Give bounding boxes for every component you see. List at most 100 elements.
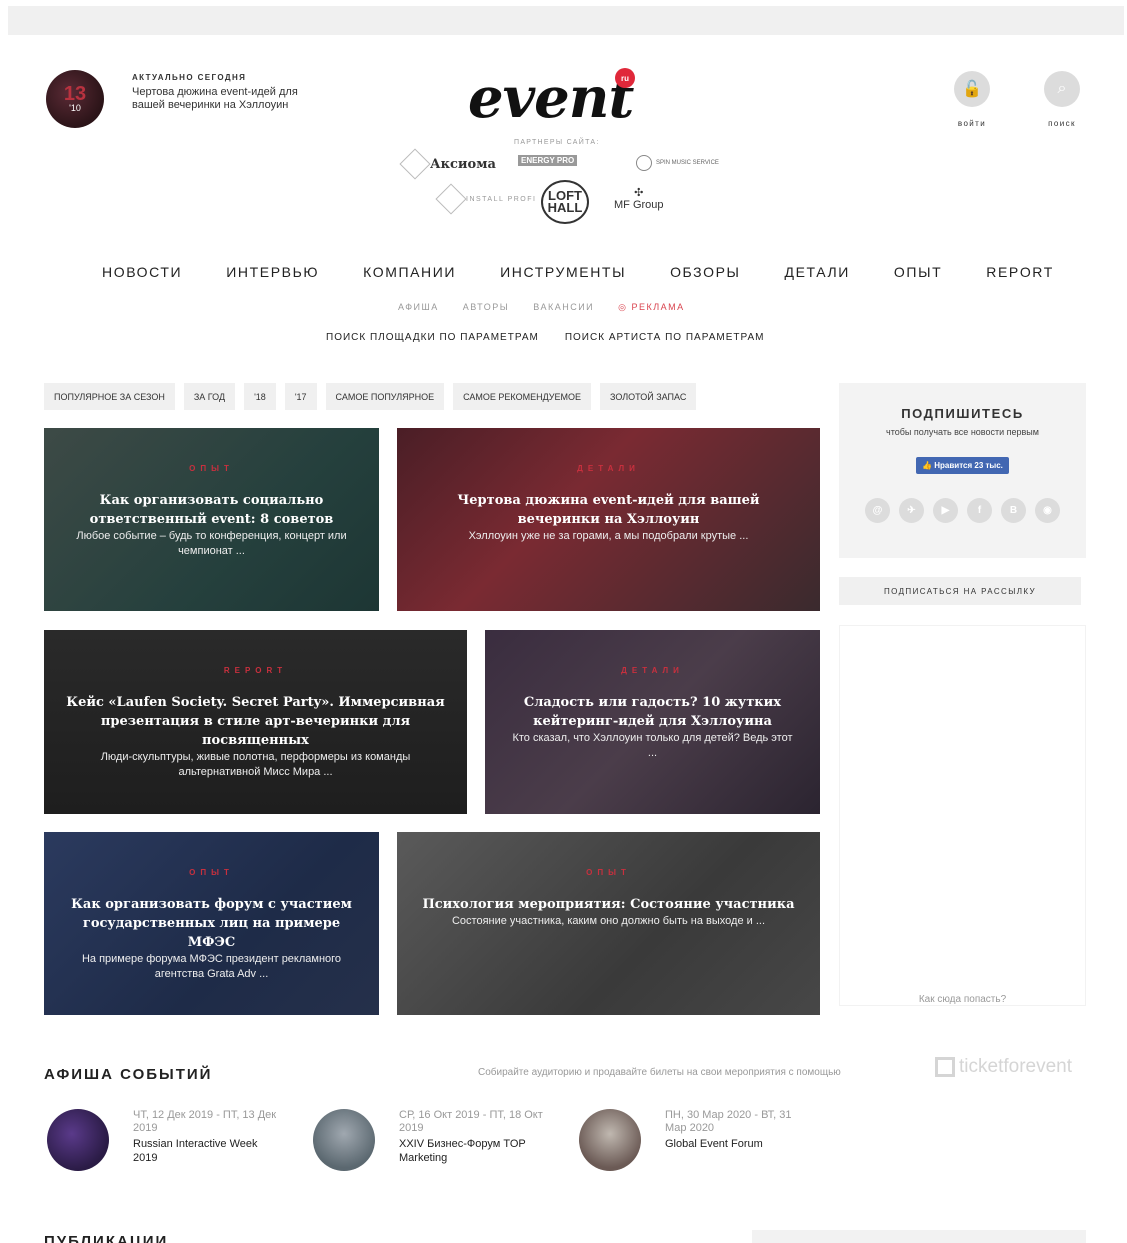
- event-item[interactable]: СР, 16 Окт 2019 - ПТ, 18 Окт 2019 XXIV Б…: [313, 1109, 549, 1171]
- ticket-icon: [935, 1057, 955, 1077]
- email-icon[interactable]: @: [865, 498, 890, 523]
- search-label: поиск: [1048, 119, 1076, 128]
- nav-experience[interactable]: ОПЫТ: [872, 264, 964, 280]
- subnav-vacancies[interactable]: ВАКАНСИИ: [533, 302, 594, 313]
- card-category: ОПЫТ: [189, 868, 234, 877]
- card-title: Психология мероприятия: Состояние участн…: [422, 897, 795, 912]
- event-date: ЧТ, 12 Дек 2019 - ПТ, 13 Дек 2019: [133, 1109, 277, 1134]
- youtube-icon[interactable]: ▶: [933, 498, 958, 523]
- rss-icon[interactable]: ◉: [1035, 498, 1060, 523]
- social-icons: @ ✈ ▶ f В ◉: [839, 498, 1086, 523]
- nav-tools[interactable]: ИНСТРУМЕНТЫ: [478, 264, 648, 280]
- subnav-afisha[interactable]: АФИША: [398, 302, 439, 313]
- card-description: Кто сказал, что Хэллоуин только для дете…: [512, 732, 793, 759]
- card-title: Как организовать социально ответственный…: [89, 493, 334, 527]
- partners-label: ПАРТНЕРЫ САЙТА:: [514, 139, 600, 146]
- nav-interviews[interactable]: ИНТЕРВЬЮ: [204, 264, 341, 280]
- main-nav: НОВОСТИ ИНТЕРВЬЮ КОМПАНИИ ИНСТРУМЕНТЫ ОБ…: [80, 264, 1052, 280]
- card-title: Как организовать форум с участием госуда…: [71, 897, 352, 950]
- card-category: ДЕТАЛИ: [621, 666, 684, 675]
- filter-season[interactable]: ПОПУЛЯРНОЕ ЗА СЕЗОН: [44, 383, 175, 410]
- card-category: ДЕТАЛИ: [577, 464, 640, 473]
- event-item[interactable]: ЧТ, 12 Дек 2019 - ПТ, 13 Дек 2019 Russia…: [47, 1109, 283, 1171]
- article-card[interactable]: ОПЫТ Как организовать форум с участием г…: [44, 832, 379, 1015]
- install-logo-icon: [435, 183, 467, 215]
- partner-axioma[interactable]: Аксиома: [399, 148, 496, 180]
- partner-energy-label: ENERGY PRO: [518, 155, 578, 166]
- search-icon: ⌕: [1044, 71, 1080, 107]
- subscribe-widget: ПОДПИШИТЕСЬ чтобы получать все новости п…: [839, 383, 1086, 558]
- card-description: На примере форума МФЭС президент рекламн…: [81, 953, 342, 980]
- sub-nav: АФИША АВТОРЫ ВАКАНСИИ ◎ РЕКЛАМА: [398, 302, 685, 313]
- event-name[interactable]: Russian Interactive Week 2019: [133, 1137, 283, 1165]
- partner-axioma-label: Аксиома: [430, 156, 496, 172]
- filter-tabs: ПОПУЛЯРНОЕ ЗА СЕЗОН ЗА ГОД '18 '17 САМОЕ…: [44, 383, 697, 410]
- subnav-advertising-label: РЕКЛАМА: [631, 302, 685, 312]
- ticketforevent-logo[interactable]: ticketforevent: [935, 1056, 1072, 1078]
- afisha-promo-text: Собирайте аудиторию и продавайте билеты …: [478, 1067, 841, 1078]
- event-date: ПН, 30 Мар 2020 - ВТ, 31 Мар 2020: [665, 1109, 792, 1134]
- search-nav: ПОИСК ПЛОЩАДКИ ПО ПАРАМЕТРАМ ПОИСК АРТИС…: [326, 332, 765, 343]
- venue-search-link[interactable]: ПОИСК ПЛОЩАДКИ ПО ПАРАМЕТРАМ: [326, 332, 539, 343]
- newsletter-subscribe-button[interactable]: ПОДПИСАТЬСЯ НА РАССЫЛКУ: [839, 577, 1081, 605]
- partner-mf-label: MF Group: [614, 199, 664, 211]
- filter-year[interactable]: ЗА ГОД: [183, 383, 236, 410]
- event-item[interactable]: ПН, 30 Мар 2020 - ВТ, 31 Мар 2020 Global…: [579, 1109, 815, 1171]
- nav-report[interactable]: REPORT: [964, 264, 1076, 280]
- today-title-link[interactable]: Чертова дюжина event-идей для вашей вече…: [132, 86, 307, 112]
- mf-logo-icon: ✣: [634, 187, 644, 199]
- subnav-authors[interactable]: АВТОРЫ: [463, 302, 509, 313]
- top-banner-strip: [8, 6, 1124, 35]
- nav-news[interactable]: НОВОСТИ: [80, 264, 204, 280]
- filter-gold[interactable]: ЗОЛОТОЙ ЗАПАС: [600, 383, 697, 410]
- filter-popular[interactable]: САМОЕ ПОПУЛЯРНОЕ: [325, 383, 445, 410]
- partner-install[interactable]: INSTALL PROFI: [435, 183, 537, 215]
- event-date: СР, 16 Окт 2019 - ПТ, 18 Окт 2019: [399, 1109, 543, 1134]
- login-button[interactable]: 🔓 войти: [954, 71, 990, 128]
- card-category: REPORT: [223, 666, 288, 675]
- card-category: ОПЫТ: [586, 868, 631, 877]
- publications-sidebar-box: [752, 1230, 1086, 1243]
- logo-ru-badge: ru: [615, 68, 635, 88]
- article-card[interactable]: ДЕТАЛИ Сладость или гадость? 10 жутких к…: [485, 630, 820, 814]
- ad-how-link[interactable]: Как сюда попасть?: [840, 994, 1085, 1005]
- ticketforevent-label: ticketforevent: [959, 1056, 1072, 1077]
- article-card[interactable]: ОПЫТ Как организовать социально ответств…: [44, 428, 379, 611]
- nav-companies[interactable]: КОМПАНИИ: [341, 264, 478, 280]
- telegram-icon[interactable]: ✈: [899, 498, 924, 523]
- nav-details[interactable]: ДЕТАЛИ: [763, 264, 872, 280]
- partner-install-label: INSTALL PROFI: [466, 195, 537, 203]
- event-name[interactable]: XXIV Бизнес-Форум TOP Marketing: [399, 1137, 549, 1165]
- partner-loft-label: LOFT HALL: [547, 188, 583, 215]
- search-button[interactable]: ⌕ поиск: [1044, 71, 1080, 128]
- partner-spin[interactable]: SPIN MUSIC SERVICE: [636, 155, 719, 171]
- subnav-advertising[interactable]: ◎ РЕКЛАМА: [618, 302, 685, 313]
- card-title: Чертова дюжина event-идей для вашей вече…: [457, 493, 760, 527]
- filter-recommended[interactable]: САМОЕ РЕКОМЕНДУЕМОЕ: [453, 383, 591, 410]
- filter-18[interactable]: '18: [244, 383, 276, 410]
- site-logo[interactable]: event ru: [468, 66, 668, 136]
- partner-mf-group[interactable]: ✣ MF Group: [614, 186, 664, 211]
- today-badge-year: '10: [69, 103, 81, 113]
- partner-energy[interactable]: ENERGY PRO: [518, 155, 578, 166]
- login-label: войти: [957, 119, 987, 128]
- facebook-icon[interactable]: f: [967, 498, 992, 523]
- card-description: Состояние участника, каким оно должно бы…: [451, 915, 765, 927]
- event-thumbnail: [47, 1109, 109, 1171]
- nav-reviews[interactable]: ОБЗОРЫ: [648, 264, 762, 280]
- partner-loft-hall[interactable]: LOFT HALL: [541, 180, 589, 224]
- artist-search-link[interactable]: ПОИСК АРТИСТА ПО ПАРАМЕТРАМ: [565, 332, 765, 343]
- article-card[interactable]: ОПЫТ Психология мероприятия: Состояние у…: [397, 832, 820, 1015]
- event-name[interactable]: Global Event Forum: [665, 1137, 815, 1151]
- today-badge[interactable]: 13 '10: [46, 70, 104, 128]
- today-label: АКТУАЛЬНО СЕГОДНЯ: [132, 73, 247, 82]
- subscribe-title: ПОДПИШИТЕСЬ: [901, 406, 1024, 421]
- article-card[interactable]: REPORT Кейс «Laufen Society. Secret Part…: [44, 630, 467, 814]
- logo-text: event: [468, 65, 634, 131]
- facebook-like-button[interactable]: 👍 Нравится 23 тыс.: [916, 457, 1009, 474]
- vk-icon[interactable]: В: [1001, 498, 1026, 523]
- filter-17[interactable]: '17: [284, 383, 317, 410]
- card-title: Сладость или гадость? 10 жутких кейтерин…: [523, 695, 782, 729]
- card-description: Люди-скульптуры, живые полотна, перформе…: [100, 751, 411, 778]
- article-card[interactable]: ДЕТАЛИ Чертова дюжина event-идей для ваш…: [397, 428, 820, 611]
